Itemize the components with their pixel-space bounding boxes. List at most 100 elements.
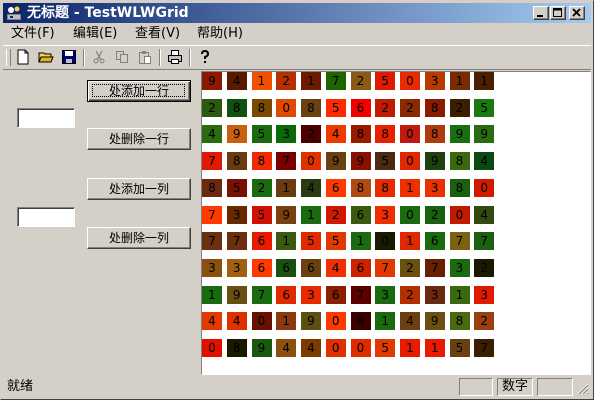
grid-cell[interactable]: 6	[325, 285, 346, 304]
grid-cell[interactable]: 8	[375, 125, 396, 144]
grid-cell[interactable]: 0	[449, 205, 470, 224]
grid-cell[interactable]: 3	[375, 285, 396, 304]
grid-cell[interactable]: 1	[400, 178, 420, 197]
grid-cell[interactable]: 1	[276, 312, 297, 331]
grid-cell[interactable]: 2	[251, 178, 272, 197]
grid-cell[interactable]: 5	[251, 205, 272, 224]
grid-cell[interactable]: 9	[325, 152, 346, 171]
menu-file[interactable]: 文件(F)	[11, 26, 55, 42]
minimize-button[interactable]	[533, 6, 549, 20]
grid-cell[interactable]: 1	[276, 178, 297, 197]
grid-cell[interactable]: 0	[251, 312, 272, 331]
grid-cell[interactable]: 9	[474, 125, 495, 144]
column-index-input[interactable]	[17, 207, 75, 227]
grid-cell[interactable]: 3	[202, 258, 222, 277]
grid-cell[interactable]: 9	[424, 152, 445, 171]
grid-cell[interactable]: 9	[202, 72, 222, 90]
grid-cell[interactable]: 7	[325, 72, 346, 90]
grid-cell[interactable]: 0	[350, 339, 371, 357]
grid-cell[interactable]: 9	[276, 205, 297, 224]
grid-cell[interactable]: 9	[226, 285, 247, 304]
grid-cell[interactable]: 8	[424, 98, 445, 117]
grid-cell[interactable]: 6	[350, 205, 371, 224]
grid-cell[interactable]: 1	[301, 205, 321, 224]
grid-cell[interactable]: 3	[375, 205, 396, 224]
grid-cell[interactable]: 2	[350, 72, 371, 90]
grid-cell[interactable]: 5	[301, 232, 321, 251]
grid-cell[interactable]: 6	[251, 258, 272, 277]
grid-cell[interactable]: 3	[276, 125, 297, 144]
grid-cell[interactable]: 3	[474, 285, 495, 304]
menu-edit[interactable]: 编辑(E)	[73, 26, 117, 42]
grid-cell[interactable]: 9	[424, 312, 445, 331]
grid-cell[interactable]: 3	[449, 258, 470, 277]
print-button[interactable]	[165, 48, 185, 67]
grid-cell[interactable]: 9	[449, 125, 470, 144]
cut-button[interactable]	[89, 48, 109, 67]
save-button[interactable]	[59, 48, 79, 67]
grid-cell[interactable]: 0	[400, 125, 420, 144]
grid-cell[interactable]: 5	[375, 339, 396, 357]
grid-cell[interactable]: 0	[400, 72, 420, 90]
grid-cell[interactable]: 7	[251, 285, 272, 304]
grid-cell[interactable]: 2	[276, 72, 297, 90]
grid-cell[interactable]: 4	[226, 72, 247, 90]
grid-cell[interactable]: 0	[301, 152, 321, 171]
grid-cell[interactable]: 7	[350, 285, 371, 304]
grid-cell[interactable]: 9	[251, 339, 272, 357]
grid-cell[interactable]: 6	[301, 258, 321, 277]
grid-cell[interactable]: 1	[424, 339, 445, 357]
grid-cell[interactable]: 0	[276, 98, 297, 117]
grid-cell[interactable]: 1	[276, 232, 297, 251]
grid-cell[interactable]: 2	[474, 312, 495, 331]
grid-cell[interactable]: 1	[449, 72, 470, 90]
grid-cell[interactable]: 9	[301, 312, 321, 331]
close-button[interactable]	[569, 6, 585, 20]
grid-cell[interactable]: 4	[325, 125, 346, 144]
grid-cell[interactable]: 7	[276, 152, 297, 171]
grid-cell[interactable]: 3	[301, 285, 321, 304]
grid-cell[interactable]: 6	[350, 258, 371, 277]
grid-cell[interactable]: 7	[474, 339, 495, 357]
grid-cell[interactable]: 9	[350, 152, 371, 171]
copy-button[interactable]	[112, 48, 132, 67]
grid-cell[interactable]: 0	[325, 312, 346, 331]
grid-cell[interactable]: 9	[226, 125, 247, 144]
grid-cell[interactable]: 1	[202, 285, 222, 304]
delete-row-button[interactable]: 处删除一行	[87, 128, 191, 150]
delete-column-button[interactable]: 处删除一列	[87, 227, 191, 249]
paste-button[interactable]	[135, 48, 155, 67]
grid-cell[interactable]: 7	[474, 232, 495, 251]
maximize-button[interactable]	[550, 6, 566, 20]
add-column-button[interactable]: 处添加一列	[87, 178, 191, 200]
grid-cell[interactable]: 8	[202, 178, 222, 197]
grid-cell[interactable]: 5	[226, 178, 247, 197]
toolbar-grip[interactable]	[6, 49, 11, 66]
grid-cell[interactable]: 0	[400, 152, 420, 171]
title-bar[interactable]: 无标题 - TestWLWGrid	[3, 3, 591, 23]
help-button[interactable]	[195, 48, 215, 67]
grid-cell[interactable]: 6	[276, 285, 297, 304]
grid-cell[interactable]: 8	[449, 312, 470, 331]
grid-cell[interactable]: 2	[375, 98, 396, 117]
grid-cell[interactable]: 4	[276, 339, 297, 357]
grid-cell[interactable]: 8	[350, 125, 371, 144]
grid-cell[interactable]: 5	[325, 232, 346, 251]
color-grid[interactable]: 9412172503112880856228254953248808997887…	[201, 71, 591, 375]
grid-cell[interactable]: 4	[474, 152, 495, 171]
grid-cell[interactable]: 6	[251, 232, 272, 251]
grid-cell[interactable]: 2	[325, 205, 346, 224]
grid-cell[interactable]: 4	[301, 339, 321, 357]
grid-cell[interactable]: 4	[400, 312, 420, 331]
grid-cell[interactable]: 8	[226, 152, 247, 171]
grid-cell[interactable]: 7	[202, 205, 222, 224]
grid-cell[interactable]: 8	[375, 178, 396, 197]
grid-cell[interactable]: 1	[400, 232, 420, 251]
grid-cell[interactable]: 4	[226, 312, 247, 331]
grid-cell[interactable]: 7	[202, 232, 222, 251]
grid-cell[interactable]: 0	[400, 205, 420, 224]
grid-cell[interactable]: 1	[400, 339, 420, 357]
grid-cell[interactable]: 4	[325, 258, 346, 277]
grid-cell[interactable]: 4	[301, 178, 321, 197]
grid-cell[interactable]: 2	[400, 98, 420, 117]
